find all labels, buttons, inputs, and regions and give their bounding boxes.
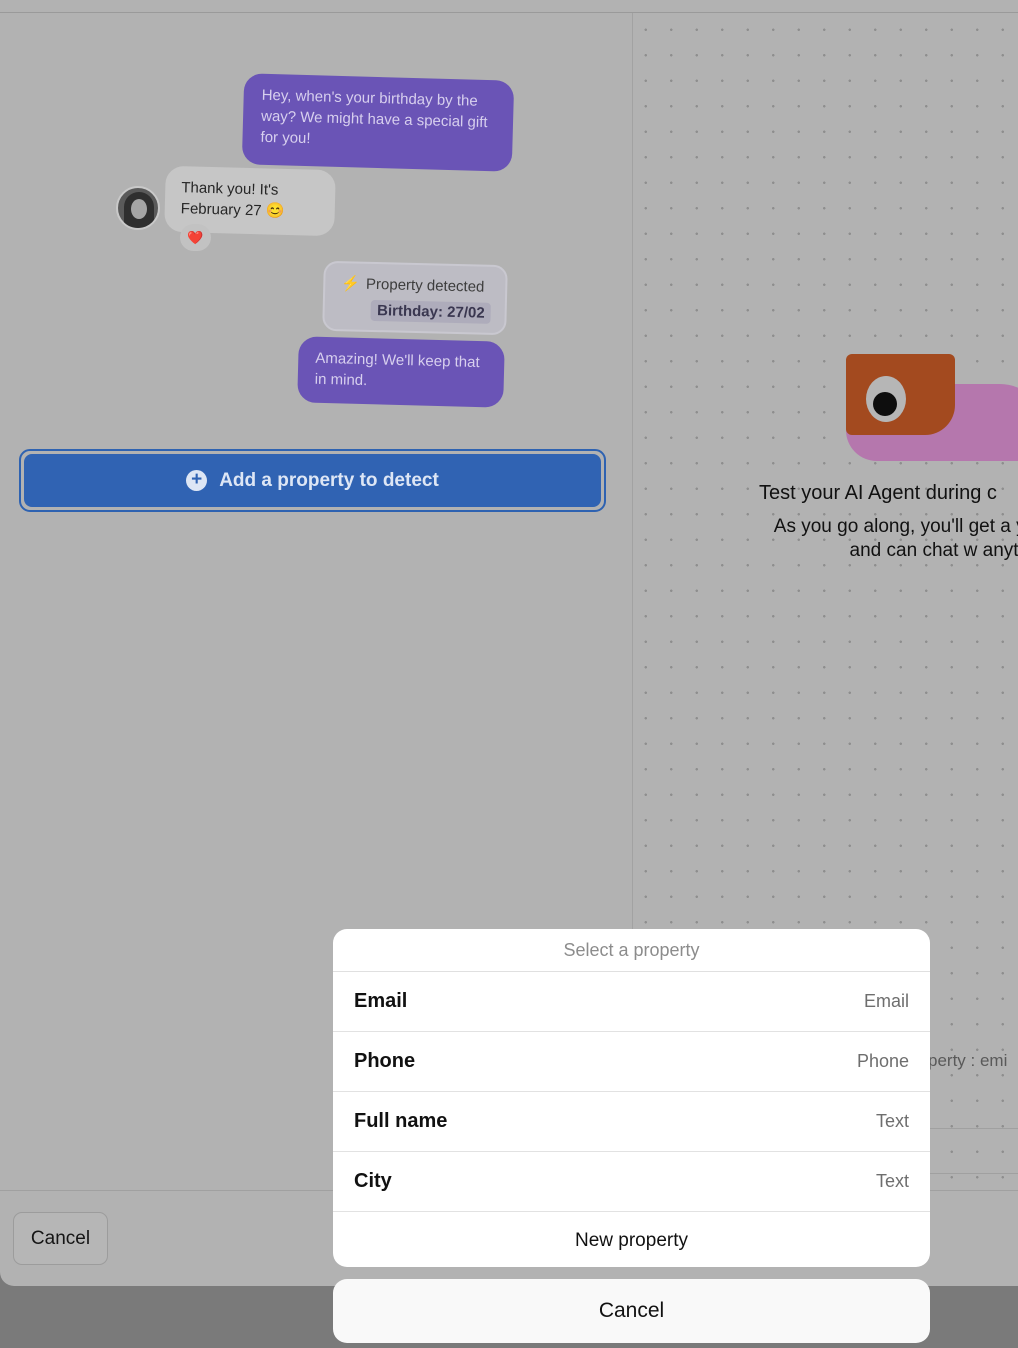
sheet-cancel-button[interactable]: Cancel — [333, 1279, 930, 1343]
add-property-button-inner[interactable]: + Add a property to detect — [24, 454, 601, 507]
agent-reply-text: Amazing! We'll keep that in mind. — [314, 349, 480, 390]
agent-message-bubble: Hey, when's your birthday by the way? We… — [241, 73, 515, 172]
avatar-face — [131, 199, 147, 219]
agent-message-text: Hey, when's your birthday by the way? We… — [260, 86, 488, 148]
preview-description: As you go along, you'll get a your chang… — [773, 516, 1018, 561]
user-avatar — [116, 186, 160, 230]
property-option-city[interactable]: City Text — [333, 1152, 930, 1212]
property-option-type: Email — [863, 991, 909, 1011]
preview-partial-text: perty : emi — [928, 1051, 1008, 1070]
preview-divider-1 — [930, 1128, 1018, 1129]
property-detected-card: ⚡ Property detected Birthday: 27/02 — [322, 260, 508, 336]
lightning-bolt-icon: ⚡ — [341, 275, 361, 293]
agent-reply-bubble: Amazing! We'll keep that in mind. — [297, 336, 505, 408]
heart-reaction-icon: ❤️ — [180, 224, 211, 251]
property-option-name: Email — [354, 990, 408, 1012]
property-option-type: Text — [875, 1111, 909, 1131]
property-option-full-name[interactable]: Full name Text — [333, 1092, 930, 1152]
add-property-label: Add a property to detect — [219, 469, 439, 491]
preview-divider-2 — [930, 1173, 1018, 1174]
mascot-pupil — [873, 392, 897, 416]
property-option-email[interactable]: Email Email — [333, 972, 930, 1032]
property-detected-header: ⚡ Property detected — [341, 274, 484, 295]
cancel-button[interactable]: Cancel — [13, 1212, 108, 1265]
property-option-name: Full name — [354, 1110, 448, 1132]
property-option-name: Phone — [354, 1050, 416, 1072]
property-detected-value: Birthday: 27/02 — [370, 299, 491, 324]
property-option-phone[interactable]: Phone Phone — [333, 1032, 930, 1092]
plus-circle-icon: + — [186, 470, 208, 491]
preview-title: Test your AI Agent during c — [759, 482, 997, 504]
property-option-type: Text — [875, 1171, 909, 1191]
user-message-text: Thank you! It's February 27 😊 — [180, 179, 285, 220]
property-option-name: City — [354, 1170, 392, 1192]
property-option-type: Phone — [856, 1051, 909, 1071]
new-property-button[interactable]: New property — [333, 1212, 930, 1267]
select-property-sheet: Select a property Email Email Phone Phon… — [333, 929, 930, 1267]
sheet-title: Select a property — [333, 929, 930, 972]
property-detected-label: Property detected — [365, 275, 485, 296]
add-property-button[interactable]: + Add a property to detect — [19, 449, 606, 512]
mascot-illustration — [846, 354, 1018, 462]
